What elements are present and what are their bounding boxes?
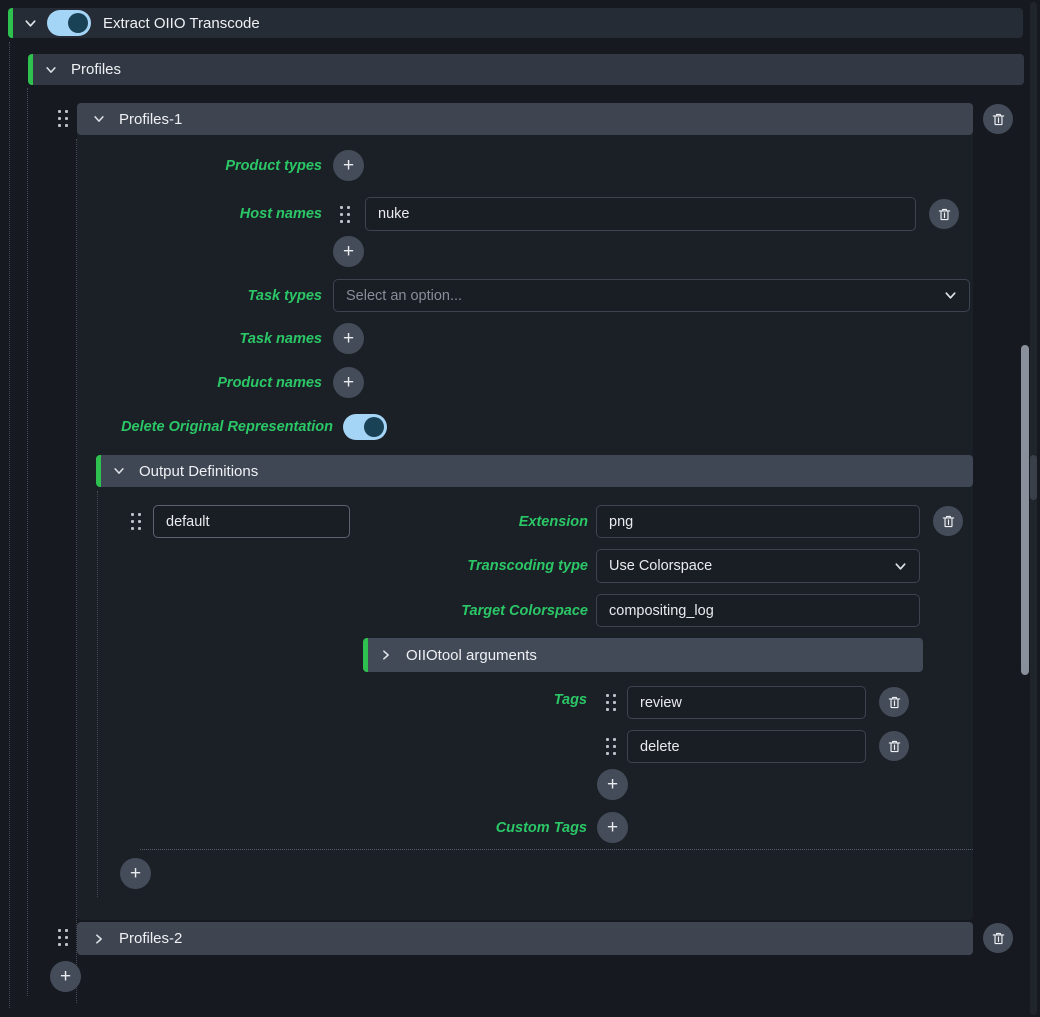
task-types-placeholder: Select an option... [346, 288, 462, 304]
tag-input[interactable] [627, 730, 866, 763]
drag-handle-icon[interactable] [58, 929, 68, 946]
chevron-right-icon[interactable] [92, 932, 106, 946]
inner-scrollbar-thumb[interactable] [1021, 345, 1029, 675]
transcoding-type-value: Use Colorspace [609, 558, 712, 574]
add-profile-button[interactable]: + [50, 961, 81, 992]
nesting-guide-root [9, 42, 10, 1008]
add-output-definition-button[interactable]: + [120, 858, 151, 889]
target-colorspace-input[interactable] [596, 594, 920, 627]
trash-icon [991, 931, 1006, 946]
delete-output-definition-button[interactable] [933, 506, 963, 536]
add-product-type-button[interactable]: + [333, 150, 364, 181]
delete-tag-button[interactable] [879, 687, 909, 717]
drag-handle-icon[interactable] [340, 206, 350, 223]
transcoding-type-dropdown[interactable]: Use Colorspace [596, 549, 920, 583]
drag-handle-icon[interactable] [606, 738, 616, 755]
trash-icon [887, 695, 902, 710]
trash-icon [887, 739, 902, 754]
oiiotool-arguments-label: OIIOtool arguments [406, 647, 537, 664]
delete-tag-button[interactable] [879, 731, 909, 761]
chevron-down-icon[interactable] [112, 464, 126, 478]
settings-screen: Extract OIIO Transcode Profiles Profiles… [0, 0, 1040, 1017]
delete-profile-1-button[interactable] [983, 104, 1013, 134]
profile-1-name: Profiles-1 [119, 111, 182, 128]
chevron-right-icon[interactable] [379, 648, 393, 662]
section-header-output-definitions[interactable]: Output Definitions [96, 455, 973, 487]
profile-2-name: Profiles-2 [119, 930, 182, 947]
trash-icon [991, 112, 1006, 127]
outer-scrollbar-thumb[interactable] [1030, 455, 1037, 500]
product-types-label: Product types [225, 157, 322, 175]
chevron-down-icon[interactable] [92, 112, 106, 126]
add-task-name-button[interactable]: + [333, 323, 364, 354]
plus-icon: + [343, 329, 354, 348]
task-types-dropdown[interactable]: Select an option... [333, 279, 970, 312]
add-custom-tag-button[interactable]: + [597, 812, 628, 843]
list-separator [140, 849, 973, 850]
delete-original-representation-label: Delete Original Representation [121, 418, 333, 436]
host-names-label: Host names [240, 205, 322, 223]
drag-handle-icon[interactable] [131, 513, 141, 530]
plus-icon: + [343, 242, 354, 261]
tag-input[interactable] [627, 686, 866, 719]
drag-handle-icon[interactable] [606, 694, 616, 711]
plus-icon: + [607, 818, 618, 837]
plugin-title: Extract OIIO Transcode [103, 15, 260, 32]
outer-scrollbar-track[interactable] [1030, 2, 1037, 1015]
nesting-guide-profiles [27, 88, 28, 996]
chevron-down-icon[interactable] [44, 63, 58, 77]
extension-input[interactable] [596, 505, 920, 538]
section-header-profiles[interactable]: Profiles [28, 54, 1024, 85]
output-definition-name-input[interactable] [153, 505, 350, 538]
product-names-label: Product names [217, 374, 322, 392]
custom-tags-label: Custom Tags [496, 819, 587, 837]
plus-icon: + [343, 156, 354, 175]
drag-handle-icon[interactable] [58, 110, 68, 127]
plus-icon: + [60, 967, 71, 986]
add-host-name-button[interactable]: + [333, 236, 364, 267]
item-header-profiles-1[interactable]: Profiles-1 [77, 103, 973, 135]
trash-icon [941, 514, 956, 529]
host-name-input[interactable] [365, 197, 916, 231]
chevron-down-icon [894, 560, 907, 573]
chevron-down-icon[interactable] [23, 16, 37, 30]
plus-icon: + [130, 864, 141, 883]
toggle-knob-icon [68, 13, 88, 33]
task-names-label: Task names [240, 330, 322, 348]
section-header-oiiotool-arguments[interactable]: OIIOtool arguments [363, 638, 923, 672]
target-colorspace-label: Target Colorspace [461, 602, 588, 620]
task-types-label: Task types [248, 287, 322, 305]
add-product-name-button[interactable]: + [333, 367, 364, 398]
profiles-section-label: Profiles [71, 61, 121, 78]
delete-original-representation-toggle[interactable] [343, 414, 387, 440]
plus-icon: + [343, 373, 354, 392]
plugin-enabled-toggle[interactable] [47, 10, 91, 36]
chevron-down-icon [944, 289, 957, 302]
section-header-extract-oiio-transcode[interactable]: Extract OIIO Transcode [8, 8, 1023, 38]
plus-icon: + [607, 775, 618, 794]
add-tag-button[interactable]: + [597, 769, 628, 800]
delete-host-name-button[interactable] [929, 199, 959, 229]
toggle-knob-icon [364, 417, 384, 437]
tags-label: Tags [554, 691, 587, 709]
extension-label: Extension [519, 513, 588, 531]
item-header-profiles-2[interactable]: Profiles-2 [77, 922, 973, 955]
output-definitions-label: Output Definitions [139, 463, 258, 480]
trash-icon [937, 207, 952, 222]
transcoding-type-label: Transcoding type [467, 557, 588, 575]
nesting-guide-output-definitions [97, 491, 98, 897]
delete-profile-2-button[interactable] [983, 923, 1013, 953]
